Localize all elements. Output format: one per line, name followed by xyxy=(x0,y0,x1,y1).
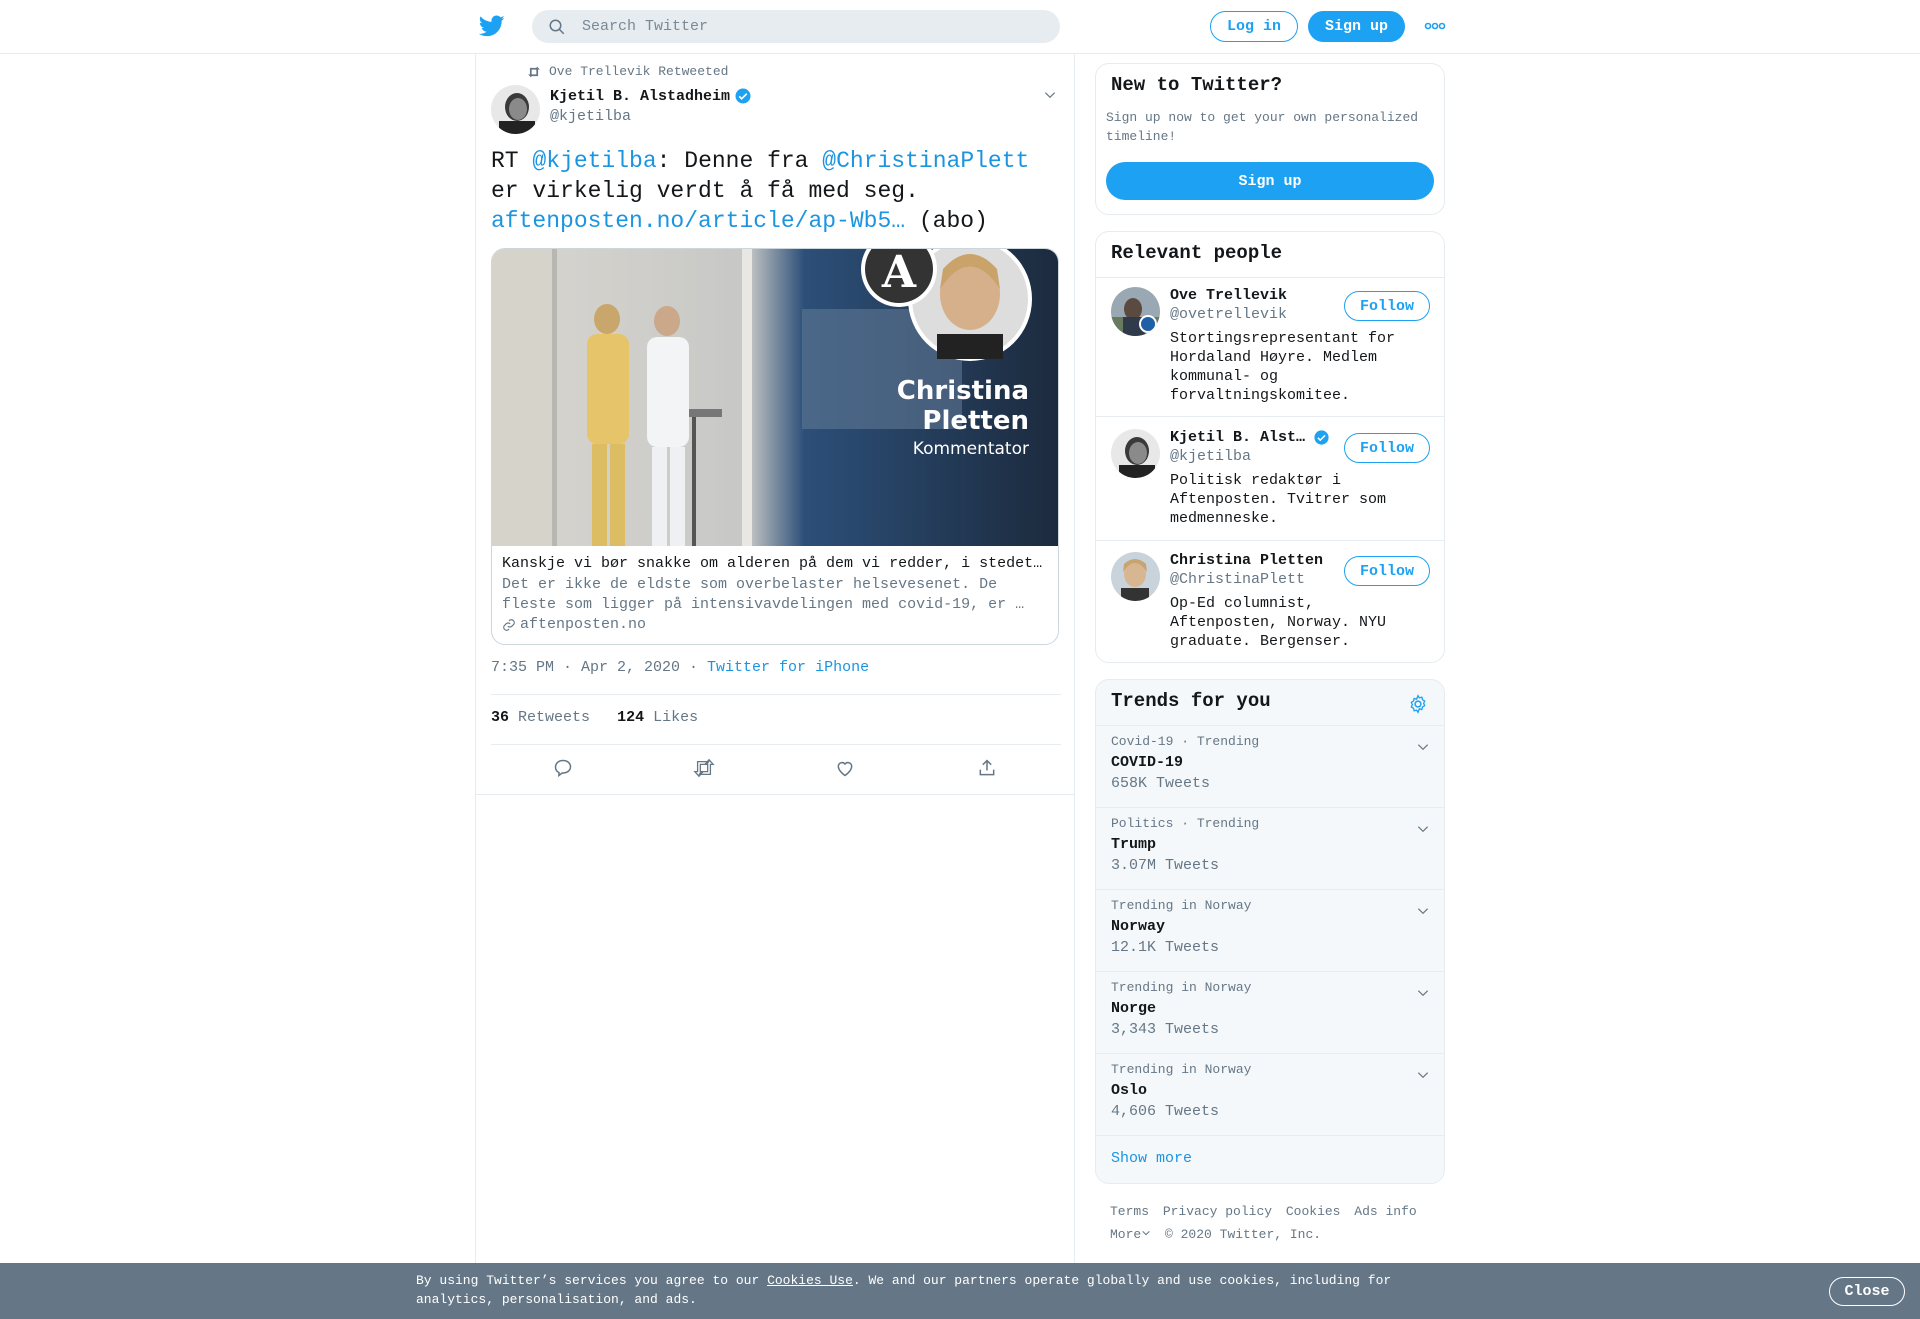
link-icon xyxy=(503,618,515,631)
footer-more-link[interactable]: More xyxy=(1110,1227,1151,1242)
verified-badge-icon xyxy=(735,88,751,104)
chevron-down-icon[interactable] xyxy=(1416,822,1430,836)
divider xyxy=(1096,277,1444,278)
share-icon[interactable] xyxy=(977,758,997,778)
card-image-subtitle: Kommentator xyxy=(913,439,1029,459)
new-to-twitter-text: Sign up now to get your own personalized… xyxy=(1106,110,1419,144)
divider xyxy=(1096,416,1444,417)
footer-cookies-link[interactable]: Cookies xyxy=(1286,1204,1341,1219)
person-bio: Politisk redaktør i Aftenposten. Tvitrer… xyxy=(1170,472,1387,527)
trends-box: Trends for you Covid-19 · Trending COVID… xyxy=(1095,679,1445,1184)
tweet-detail-column: Ove Trellevik Retweeted Kjetil B. Alstad… xyxy=(475,54,1075,1264)
cookie-text: By using Twitter’s services you agree to… xyxy=(416,1273,1392,1307)
person-handle: @ChristinaPlett xyxy=(1170,571,1306,588)
person-name: Christina Pletten xyxy=(1170,552,1324,569)
person-item-christina-pletten[interactable]: Christina Pletten @ChristinaPlett Op-Ed … xyxy=(1096,544,1444,662)
retweets-stat[interactable]: 36 Retweets xyxy=(491,709,590,726)
card-image-title-line1: Christina xyxy=(897,376,1029,406)
footer-ads-link[interactable]: Ads info xyxy=(1354,1204,1416,1219)
retweeted-by-label: Ove Trellevik Retweeted xyxy=(549,64,729,79)
avatar[interactable] xyxy=(1111,552,1160,601)
follow-button[interactable]: Follow xyxy=(1344,291,1430,321)
like-icon[interactable] xyxy=(835,758,855,778)
cookies-use-link[interactable]: Cookies Use xyxy=(767,1273,853,1288)
card-image: A Christina Pletten Kommentator xyxy=(492,249,1058,546)
card-domain: aftenposten.no xyxy=(502,616,646,633)
divider xyxy=(491,694,1061,695)
card-description: Det er ikke de eldste som overbelaster h… xyxy=(502,576,1025,613)
retweet-context[interactable]: Ove Trellevik Retweeted xyxy=(527,64,728,79)
trends-title: Trends for you xyxy=(1111,690,1271,712)
likes-stat[interactable]: 124 Likes xyxy=(617,709,698,726)
person-item-kjetil-alstadheim[interactable]: Kjetil B. Alstadheim @kjetilba Politisk … xyxy=(1096,421,1444,541)
search-icon xyxy=(549,19,565,34)
cookie-consent-bar: By using Twitter’s services you agree to… xyxy=(0,1263,1920,1319)
avatar[interactable] xyxy=(1111,429,1160,478)
card-image-title-line2: Pletten xyxy=(922,406,1029,436)
top-navigation-bar: Log in Sign up xyxy=(0,0,1920,54)
avatar[interactable] xyxy=(1111,287,1160,336)
signup-button[interactable]: Sign up xyxy=(1308,11,1405,42)
person-handle: @ovetrellevik xyxy=(1170,306,1288,323)
person-item-ove-trellevik[interactable]: Ove Trellevik @ovetrellevik Stortingsrep… xyxy=(1096,279,1444,407)
chevron-down-icon[interactable] xyxy=(1416,740,1430,754)
link-preview-card[interactable]: A Christina Pletten Kommentator Kanskje … xyxy=(491,248,1059,645)
aftenposten-logo: A xyxy=(881,249,917,298)
avatar[interactable] xyxy=(491,85,540,134)
divider xyxy=(1096,540,1444,541)
search-bar[interactable] xyxy=(532,10,1060,43)
settings-gear-icon[interactable] xyxy=(1408,694,1428,714)
trend-item[interactable]: Covid-19 · Trending COVID-19 658K Tweets xyxy=(1096,725,1444,807)
show-more-link[interactable]: Show more xyxy=(1111,1150,1192,1167)
sidebar-footer: Terms Privacy policy Cookies Ads info Mo… xyxy=(1110,1200,1450,1246)
footer-privacy-link[interactable]: Privacy policy xyxy=(1163,1204,1272,1219)
sidebar-signup-button[interactable]: Sign up xyxy=(1106,162,1434,200)
mention-link[interactable]: @kjetilba xyxy=(532,148,656,174)
person-bio: Stortingsrepresentant for Hordaland Høyr… xyxy=(1170,330,1396,404)
twitter-logo-icon[interactable] xyxy=(478,13,506,39)
tweet-actions xyxy=(476,744,1074,794)
tweet-source-link[interactable]: Twitter for iPhone xyxy=(707,659,869,676)
relevant-people-box: Relevant people Ove Trellevik @ovetrelle… xyxy=(1095,231,1445,663)
close-cookie-button[interactable]: Close xyxy=(1829,1277,1905,1306)
new-to-twitter-box: New to Twitter? Sign up now to get your … xyxy=(1095,63,1445,215)
login-button[interactable]: Log in xyxy=(1210,11,1298,42)
tweet-meta: 7:35 PM · Apr 2, 2020 · Twitter for iPho… xyxy=(491,659,870,676)
trend-item[interactable]: Trending in Norway Oslo 4,606 Tweets xyxy=(1096,1053,1444,1135)
person-bio: Op-Ed columnist, Aftenposten, Norway. NY… xyxy=(1170,595,1387,650)
relevant-people-title: Relevant people xyxy=(1111,242,1283,264)
author-handle[interactable]: @kjetilba xyxy=(550,108,631,125)
person-name: Kjetil B. Alstadheim xyxy=(1170,429,1330,446)
new-to-twitter-title: New to Twitter? xyxy=(1111,74,1283,96)
trend-item[interactable]: Trending in Norway Norway 12.1K Tweets xyxy=(1096,889,1444,971)
divider xyxy=(476,794,1074,795)
chevron-down-icon[interactable] xyxy=(1416,986,1430,1000)
person-handle: @kjetilba xyxy=(1170,448,1252,465)
tweet-stats: 36 Retweets 124 Likes xyxy=(491,709,698,726)
footer-copyright: © 2020 Twitter, Inc. xyxy=(1165,1227,1322,1242)
verified-badge-icon xyxy=(1314,430,1329,445)
follow-button[interactable]: Follow xyxy=(1344,433,1430,463)
author-name[interactable]: Kjetil B. Alstadheim xyxy=(550,87,752,105)
card-title: Kanskje vi bør snakke om alderen på dem … xyxy=(502,555,1047,572)
retweet-icon[interactable] xyxy=(693,758,715,778)
trend-item[interactable]: Trending in Norway Norge 3,343 Tweets xyxy=(1096,971,1444,1053)
tweet-text: RT @kjetilba: Denne fra @ChristinaPlett … xyxy=(491,148,1030,234)
chevron-down-icon[interactable] xyxy=(1416,1068,1430,1082)
search-input[interactable] xyxy=(582,18,1022,35)
article-link[interactable]: aftenposten.no/article/ap-Wb5… xyxy=(491,208,905,234)
person-name: Ove Trellevik xyxy=(1170,287,1288,304)
follow-button[interactable]: Follow xyxy=(1344,556,1430,586)
more-dots-icon[interactable] xyxy=(1424,20,1446,32)
trend-item[interactable]: Politics · Trending Trump 3.07M Tweets xyxy=(1096,807,1444,889)
mention-link[interactable]: @ChristinaPlett xyxy=(822,148,1029,174)
chevron-down-icon xyxy=(1142,1230,1150,1236)
chevron-down-icon[interactable] xyxy=(1416,904,1430,918)
reply-icon[interactable] xyxy=(553,758,573,778)
footer-terms-link[interactable]: Terms xyxy=(1110,1204,1149,1219)
chevron-down-icon[interactable] xyxy=(1043,88,1057,102)
tweet-timestamp[interactable]: 7:35 PM · Apr 2, 2020 xyxy=(491,659,680,676)
retweet-icon xyxy=(528,66,540,77)
show-more-row: Show more xyxy=(1096,1135,1444,1183)
